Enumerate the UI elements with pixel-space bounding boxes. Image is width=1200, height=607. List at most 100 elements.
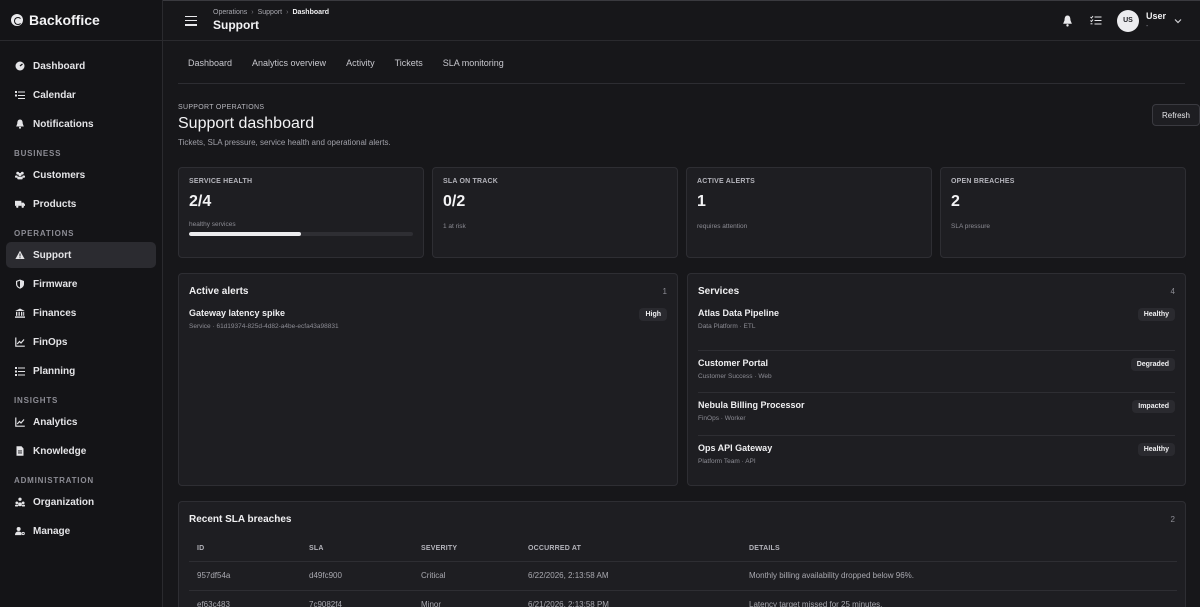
column-header: OCCURRED AT [520, 537, 741, 562]
breadcrumb-current: Dashboard [292, 9, 330, 16]
sidebar-item-label: Support [33, 249, 72, 261]
service-subtitle: Customer Success · Web [698, 372, 772, 380]
stat-subtext: healthy services [189, 221, 236, 228]
alert-item[interactable]: Gateway latency spike Service · 61d19374… [179, 308, 677, 330]
chevron-right-icon: › [251, 9, 254, 16]
health-progress-bar [189, 232, 413, 236]
sidebar-item-calendar[interactable]: Calendar [6, 82, 156, 108]
sidebar-item-finops[interactable]: FinOps [6, 329, 156, 355]
panel-title: Active alerts [189, 285, 249, 297]
alert-subtitle: Service · 61d19374-825d-4d82-a4be-ecfa43… [189, 323, 339, 330]
page-title: Support dashboard [178, 115, 315, 132]
stat-card-service-health: SERVICE HEALTH 2/4 healthy services [178, 167, 424, 258]
sidebar-item-dashboard[interactable]: Dashboard [6, 53, 156, 79]
stat-label: ACTIVE ALERTS [697, 178, 755, 185]
sidebar-item-analytics[interactable]: Analytics [6, 409, 156, 435]
tab-dashboard[interactable]: Dashboard [178, 42, 242, 84]
user-gear-icon [15, 526, 25, 536]
service-row[interactable]: Nebula Billing Processor FinOps · Worker… [698, 393, 1175, 436]
sidebar-item-notifications[interactable]: Notifications [6, 111, 156, 137]
user-subtitle: - [1145, 22, 1149, 30]
service-row[interactable]: Atlas Data Pipeline Data Platform · ETL … [698, 308, 1175, 351]
brand[interactable]: Backoffice [0, 0, 162, 41]
sidebar-item-products[interactable]: Products [6, 191, 156, 217]
column-header: DETAILS [741, 537, 1177, 562]
tab-tickets[interactable]: Tickets [385, 42, 433, 84]
stat-label: SERVICE HEALTH [189, 178, 253, 185]
nav-section-insights: INSIGHTS [14, 396, 59, 405]
stat-subtext: SLA pressure [951, 223, 991, 230]
breach-occurred-at: 6/22/2026, 2:13:58 AM [520, 561, 741, 591]
warning-icon [15, 250, 25, 260]
bell-icon[interactable] [1061, 14, 1075, 28]
checklist-icon [15, 366, 25, 376]
refresh-button[interactable]: Refresh [1152, 104, 1200, 126]
dashboard-icon [15, 61, 25, 71]
stat-value: 1 [697, 193, 706, 210]
sidebar-item-label: Organization [33, 496, 95, 508]
sidebar-item-support[interactable]: Support [6, 242, 156, 268]
service-row[interactable]: Ops API Gateway Platform Team · API Heal… [698, 436, 1175, 479]
sidebar-item-manage[interactable]: Manage [6, 518, 156, 544]
breach-details: Latency target missed for 25 minutes. [741, 590, 1177, 607]
health-progress-fill [189, 232, 301, 236]
panel-header: Recent SLA breaches 2 [179, 502, 1185, 536]
sidebar-item-knowledge[interactable]: Knowledge [6, 438, 156, 464]
sla-breaches-panel: Recent SLA breaches 2 ID SLA SEVERITY OC… [178, 501, 1186, 607]
sidebar-item-firmware[interactable]: Firmware [6, 271, 156, 297]
nav-section-administration: ADMINISTRATION [14, 476, 94, 485]
top-header: Operations › Support › Dashboard Support… [163, 1, 1200, 41]
sidebar-item-label: Calendar [33, 89, 76, 101]
header-actions: US User - [1061, 9, 1182, 32]
stat-subtext: 1 at risk [443, 223, 466, 230]
column-header: SLA [301, 537, 413, 562]
sidebar-item-label: Notifications [33, 118, 94, 130]
table-header-row: ID SLA SEVERITY OCCURRED AT DETAILS [189, 537, 1177, 562]
header-titles: Operations › Support › Dashboard Support [213, 9, 329, 32]
panel-title: Services [698, 285, 740, 297]
app-name: Backoffice [29, 12, 100, 28]
breach-sla: 7c9082f4 [301, 590, 413, 607]
service-subtitle: FinOps · Worker [698, 415, 746, 422]
checklist-icon[interactable] [1089, 14, 1103, 28]
user-menu[interactable]: User - [1145, 11, 1166, 30]
sidebar-item-label: Customers [33, 169, 86, 181]
org-icon [15, 497, 25, 507]
service-name: Nebula Billing Processor [698, 400, 805, 410]
tab-analytics-overview[interactable]: Analytics overview [242, 42, 336, 84]
tab-activity[interactable]: Activity [336, 42, 385, 84]
tab-sla-monitoring[interactable]: SLA monitoring [433, 42, 514, 84]
sidebar-item-label: Manage [33, 525, 71, 537]
sidebar-item-customers[interactable]: Customers [6, 162, 156, 188]
breaches-table: ID SLA SEVERITY OCCURRED AT DETAILS 957d… [189, 537, 1177, 607]
truck-icon [15, 199, 25, 209]
table-row[interactable]: ef63c483 7c9082f4 Minor 6/21/2026, 2:13:… [189, 590, 1177, 607]
status-badge: Impacted [1132, 400, 1175, 413]
sidebar-item-organization[interactable]: Organization [6, 489, 156, 515]
panel-count: 4 [1170, 286, 1175, 296]
status-badge: Degraded [1130, 357, 1175, 371]
menu-icon[interactable] [185, 15, 197, 26]
service-row[interactable]: Customer Portal Customer Success · Web D… [698, 351, 1175, 393]
service-name: Ops API Gateway [698, 442, 773, 453]
sidebar-item-finances[interactable]: Finances [6, 300, 156, 326]
table-row[interactable]: 957df54a d49fc900 Critical 6/22/2026, 2:… [189, 561, 1177, 591]
sidebar-item-planning[interactable]: Planning [6, 358, 156, 384]
breadcrumb-item[interactable]: Support [258, 9, 283, 16]
sidebar-item-label: Analytics [33, 416, 78, 428]
service-name: Atlas Data Pipeline [698, 308, 780, 318]
stat-subtext: requires attention [697, 223, 748, 230]
nav-section-business: BUSINESS [14, 149, 62, 158]
breach-severity: Critical [413, 561, 520, 591]
panel-header: Active alerts 1 [179, 274, 677, 308]
page-header-title: Support [213, 18, 259, 32]
breadcrumb-item[interactable]: Operations [213, 9, 247, 16]
status-badge: Healthy [1137, 442, 1175, 456]
nav-section-operations: OPERATIONS [14, 229, 75, 238]
breadcrumb: Operations › Support › Dashboard [213, 9, 329, 16]
logo-icon [11, 14, 23, 26]
sidebar-nav: Dashboard Calendar Notifications BUSINES… [0, 41, 162, 544]
chevron-down-icon[interactable] [1174, 16, 1182, 26]
main-content: Dashboard Analytics overview Activity Ti… [163, 42, 1200, 607]
avatar[interactable]: US [1116, 9, 1139, 32]
